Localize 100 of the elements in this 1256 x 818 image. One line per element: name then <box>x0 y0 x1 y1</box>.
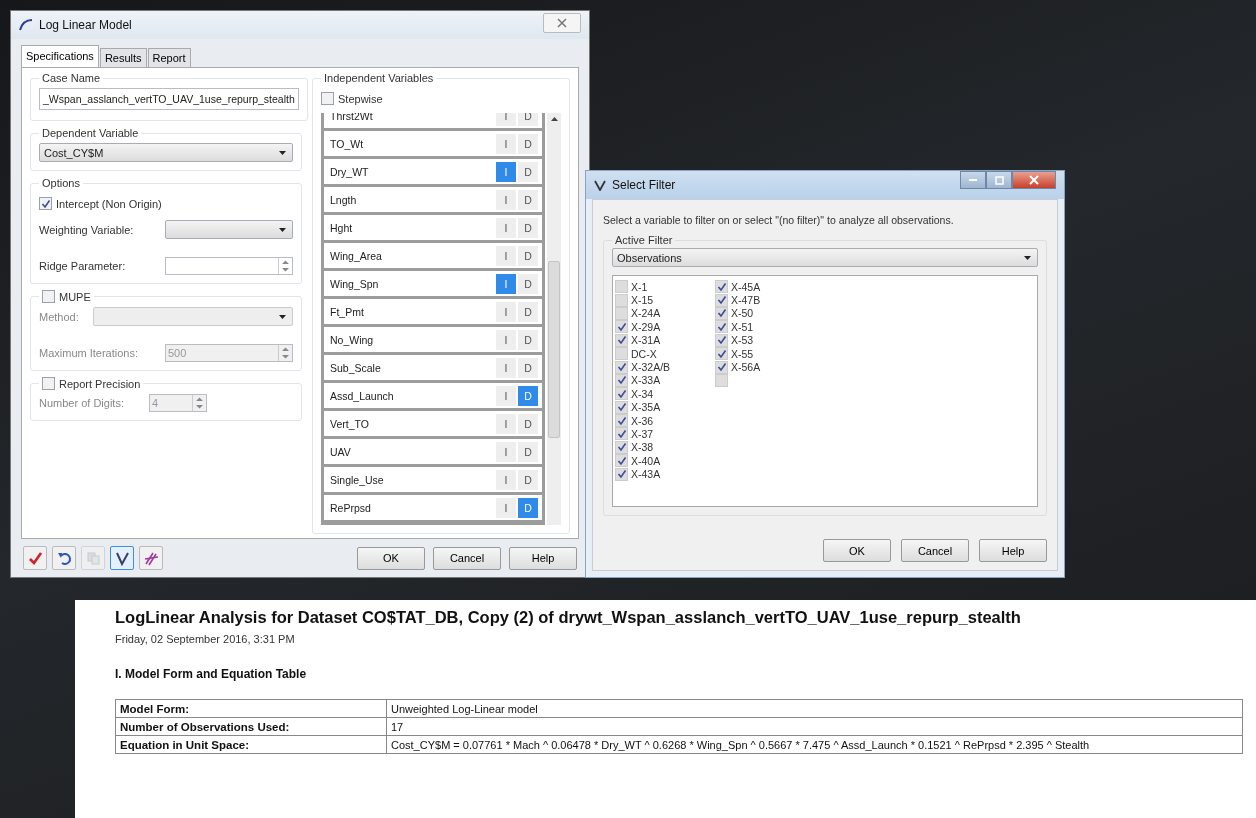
checkbox[interactable]: DC-X <box>615 346 715 361</box>
checkbox[interactable]: X-43A <box>615 467 715 481</box>
dialog-button[interactable]: Help <box>509 546 577 570</box>
toolbar-button[interactable] <box>110 546 134 570</box>
close-button[interactable] <box>1012 171 1056 189</box>
row-header: Model Form: <box>115 699 387 718</box>
checkbox[interactable]: X-51 <box>715 320 815 334</box>
dialog-button[interactable]: Help <box>979 539 1047 562</box>
dropdown[interactable] <box>165 220 293 239</box>
toggle-button[interactable]: I <box>496 189 516 210</box>
toggle-button[interactable]: D <box>518 301 538 322</box>
toggle-button[interactable]: D <box>518 161 538 182</box>
checkbox[interactable]: X-55 <box>715 346 815 361</box>
toggle-button[interactable]: D <box>518 273 538 294</box>
checkbox[interactable]: X-37 <box>615 427 715 441</box>
checkbox[interactable]: Intercept (Non Origin) <box>39 197 293 210</box>
variable-name: Ft_Pmt <box>330 305 365 318</box>
toggle-button[interactable]: I <box>496 217 516 238</box>
checkbox[interactable]: Stepwise <box>321 92 561 105</box>
toggle-button[interactable]: I <box>496 497 516 518</box>
toggle-button[interactable]: I <box>496 385 516 406</box>
variable-row[interactable]: Lngth I D <box>324 187 542 212</box>
variable-row[interactable]: Dry_WT I D <box>324 159 542 184</box>
checkbox[interactable]: X-56A <box>715 360 815 374</box>
variable-row[interactable]: TO_Wt I D <box>324 131 542 156</box>
dropdown[interactable]: Cost_CY$M <box>39 143 293 162</box>
dialog-button[interactable]: OK <box>823 539 891 562</box>
up-arrow-icon <box>550 117 558 121</box>
toolbar-button[interactable] <box>23 546 47 570</box>
toggle-button[interactable]: D <box>518 357 538 378</box>
checkbox[interactable]: X-33A <box>615 373 715 388</box>
dialog-button[interactable]: OK <box>357 546 425 570</box>
toggle-button[interactable]: I <box>496 413 516 434</box>
toggle-button[interactable]: D <box>518 441 538 462</box>
spinner-field[interactable] <box>165 257 293 275</box>
variable-row[interactable]: Wing_Spn I D <box>324 271 542 296</box>
check-icon <box>616 429 627 439</box>
variable-name: Wing_Area <box>330 249 383 262</box>
checkbox[interactable]: X-50 <box>715 306 815 321</box>
toolbar-button[interactable] <box>139 546 163 570</box>
dialog-button[interactable]: Cancel <box>433 546 501 570</box>
minimize-button[interactable] <box>960 171 986 189</box>
checkbox[interactable]: X-29A <box>615 320 715 334</box>
tab[interactable]: Results <box>99 48 147 67</box>
toggle-button[interactable]: D <box>518 245 538 266</box>
checkbox[interactable]: X-31A <box>615 333 715 347</box>
variable-row[interactable]: UAV I D <box>324 439 542 464</box>
variable-row[interactable]: Sub_Scale I D <box>324 355 542 380</box>
toggle-button[interactable]: I <box>496 441 516 462</box>
toggle-button[interactable]: I <box>496 245 516 266</box>
toggle-button[interactable]: D <box>518 413 538 434</box>
text-field[interactable]: _Wspan_asslanch_vertTO_UAV_1use_repurp_stealth <box>39 88 299 110</box>
checkbox[interactable]: X-35A <box>615 400 715 414</box>
variable-row[interactable]: No_Wing I D <box>324 327 542 352</box>
checkbox[interactable]: X-1 <box>615 280 715 294</box>
dialog-button[interactable]: Cancel <box>901 539 969 562</box>
toggle-button[interactable]: I <box>496 301 516 322</box>
toggle-button[interactable]: I <box>496 161 516 182</box>
variable-row[interactable]: Ft_Pmt I D <box>324 299 542 324</box>
tab[interactable]: Specifications <box>21 45 99 67</box>
checkbox[interactable]: X-53 <box>715 333 815 347</box>
scrollbar[interactable] <box>547 113 561 525</box>
toggle-button[interactable]: I <box>496 133 516 154</box>
checkbox[interactable]: X-32A/B <box>615 360 715 374</box>
toggle-button[interactable]: I <box>496 273 516 294</box>
toggle-button[interactable]: D <box>518 217 538 238</box>
toggle-button[interactable]: I <box>496 469 516 490</box>
toggle-button[interactable]: D <box>518 113 538 126</box>
checkbox[interactable]: X-40A <box>615 454 715 468</box>
scrollbar-thumb[interactable] <box>548 261 560 438</box>
toolbar-button[interactable] <box>52 546 76 570</box>
checkbox[interactable]: X-45A <box>715 280 815 294</box>
toggle-button[interactable]: D <box>518 469 538 490</box>
toggle-button[interactable]: D <box>518 497 538 518</box>
checkbox[interactable]: X-36 <box>615 413 715 428</box>
close-button[interactable] <box>543 13 581 33</box>
variable-row[interactable]: RePrpsd I D <box>324 495 542 520</box>
toggle-button[interactable]: I <box>496 113 516 126</box>
filter-icon <box>594 179 606 191</box>
checkbox[interactable]: X-38 <box>615 440 715 455</box>
toggle-button[interactable]: D <box>518 133 538 154</box>
toggle-button[interactable]: D <box>518 189 538 210</box>
checkbox[interactable]: X-34 <box>615 387 715 401</box>
variable-row[interactable]: Assd_Launch I D <box>324 383 542 408</box>
toggle-button[interactable]: I <box>496 357 516 378</box>
toggle-button[interactable]: D <box>518 385 538 406</box>
maximize-button[interactable] <box>986 171 1012 189</box>
variable-row[interactable]: Hght I D <box>324 215 542 240</box>
variable-row[interactable]: Vert_TO I D <box>324 411 542 436</box>
toggle-button[interactable]: I <box>496 329 516 350</box>
dropdown[interactable]: Observations <box>612 248 1038 267</box>
checkbox[interactable]: MUPE <box>42 290 91 303</box>
checkbox[interactable]: X-15 <box>615 293 715 307</box>
checkbox[interactable]: X-47B <box>715 293 815 307</box>
toggle-button[interactable]: D <box>518 329 538 350</box>
checkbox[interactable]: X-24A <box>615 306 715 321</box>
checkbox[interactable]: Report Precision <box>42 377 141 390</box>
variable-row[interactable]: Wing_Area I D <box>324 243 542 268</box>
variable-row[interactable]: Single_Use I D <box>324 467 542 492</box>
tab[interactable]: Report <box>147 48 191 67</box>
